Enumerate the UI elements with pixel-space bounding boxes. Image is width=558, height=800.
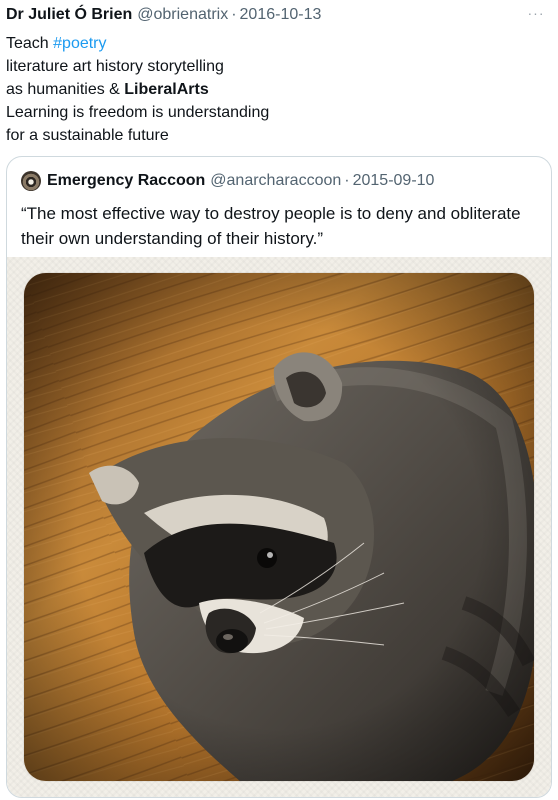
quoted-tweet[interactable]: Emergency Raccoon @anarcharaccoon · 2015… <box>6 156 552 798</box>
quoted-author-name[interactable]: Emergency Raccoon <box>47 172 205 190</box>
tweet-line-5: for a sustainable future <box>6 127 169 144</box>
tweet-text: Teach #poetry literature art history sto… <box>6 32 526 147</box>
author-handle[interactable]: @obrienatrix <box>137 6 228 24</box>
quoted-author-handle[interactable]: @anarcharaccoon <box>210 172 341 190</box>
more-options-icon[interactable]: ··· <box>524 6 548 20</box>
tweet-line-3: as humanities & LiberalArts <box>6 78 526 101</box>
tweet-date[interactable]: 2016-10-13 <box>240 6 322 24</box>
raccoon-photo[interactable] <box>24 273 534 781</box>
tweet-line-3-prefix: as humanities & <box>6 81 125 98</box>
tweet-line-1-prefix: Teach <box>6 35 54 52</box>
tweet: Dr Juliet Ó Brien @obrienatrix · 2016-10… <box>0 0 558 800</box>
hashtag-poetry-link[interactable]: #poetry <box>53 35 106 52</box>
quoted-tweet-text: “The most effective way to destroy peopl… <box>21 201 541 251</box>
tweet-line-3-bold: LiberalArts <box>124 81 209 98</box>
quoted-text-line-2: their own understanding of their history… <box>21 229 324 248</box>
raccoon-image <box>24 273 534 781</box>
separator-dot: · <box>231 6 237 23</box>
quoted-text-line-1: “The most effective way to destroy peopl… <box>21 204 521 223</box>
tweet-header: Dr Juliet Ó Brien @obrienatrix · 2016-10… <box>6 6 538 28</box>
tweet-line-4: Learning is freedom is understanding <box>6 104 270 121</box>
author-name[interactable]: Dr Juliet Ó Brien <box>6 6 132 24</box>
quoted-tweet-header: Emergency Raccoon @anarcharaccoon · 2015… <box>21 170 541 192</box>
media-container <box>7 257 551 797</box>
avatar[interactable] <box>21 171 41 191</box>
quoted-tweet-date[interactable]: 2015-09-10 <box>353 172 435 190</box>
tweet-line-2: literature art history storytelling <box>6 58 224 75</box>
separator-dot: · <box>344 172 350 189</box>
tweet-line-1: Teach #poetry <box>6 32 526 55</box>
